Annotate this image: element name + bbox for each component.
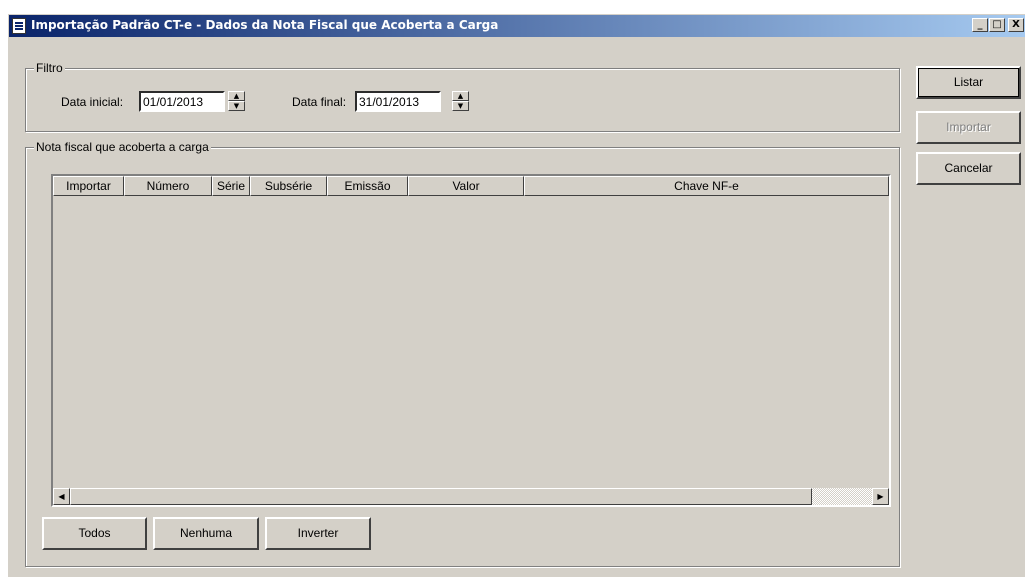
todos-button[interactable]: Todos bbox=[42, 517, 147, 550]
scroll-left-icon[interactable]: ◀ bbox=[53, 488, 70, 505]
col-importar[interactable]: Importar bbox=[53, 176, 124, 196]
close-button[interactable]: X bbox=[1008, 18, 1024, 32]
data-final-field[interactable]: 31/01/2013 bbox=[355, 91, 441, 112]
col-chave-nfe[interactable]: Chave NF-e bbox=[524, 176, 889, 196]
data-inicial-spinner[interactable]: ▲ ▼ bbox=[228, 91, 245, 112]
window-title: Importação Padrão CT-e - Dados da Nota F… bbox=[31, 18, 499, 32]
col-subserie[interactable]: Subsérie bbox=[250, 176, 327, 196]
listar-button[interactable]: Listar bbox=[916, 66, 1021, 99]
data-inicial-label: Data inicial: bbox=[61, 95, 124, 109]
col-serie[interactable]: Série bbox=[212, 176, 250, 196]
nenhuma-button[interactable]: Nenhuma bbox=[153, 517, 259, 550]
scroll-right-icon[interactable]: ▶ bbox=[872, 488, 889, 505]
spin-down-icon[interactable]: ▼ bbox=[228, 101, 245, 111]
nota-fiscal-grid[interactable]: Importar Número Série Subsérie Emissão V… bbox=[51, 174, 891, 507]
spin-down-icon[interactable]: ▼ bbox=[452, 101, 469, 111]
data-final-spinner[interactable]: ▲ ▼ bbox=[452, 91, 469, 112]
spin-up-icon[interactable]: ▲ bbox=[452, 91, 469, 101]
maximize-button[interactable]: □ bbox=[989, 18, 1005, 32]
col-emissao[interactable]: Emissão bbox=[327, 176, 408, 196]
horizontal-scrollbar[interactable]: ◀ ▶ bbox=[53, 488, 889, 505]
col-valor[interactable]: Valor bbox=[408, 176, 524, 196]
scroll-thumb[interactable] bbox=[70, 488, 812, 505]
col-numero[interactable]: Número bbox=[124, 176, 212, 196]
data-inicial-field[interactable]: 01/01/2013 bbox=[139, 91, 225, 112]
minimize-button[interactable]: _ bbox=[972, 18, 988, 32]
scroll-track[interactable] bbox=[812, 488, 872, 505]
title-bar[interactable]: Importação Padrão CT-e - Dados da Nota F… bbox=[9, 15, 1025, 37]
importar-button[interactable]: Importar bbox=[916, 111, 1021, 144]
cancelar-button[interactable]: Cancelar bbox=[916, 152, 1021, 185]
data-final-label: Data final: bbox=[292, 95, 347, 109]
inverter-button[interactable]: Inverter bbox=[265, 517, 371, 550]
document-icon bbox=[12, 18, 26, 34]
nota-fiscal-group-label: Nota fiscal que acoberta a carga bbox=[34, 140, 211, 154]
spin-up-icon[interactable]: ▲ bbox=[228, 91, 245, 101]
filtro-group-label: Filtro bbox=[34, 61, 65, 75]
grid-header: Importar Número Série Subsérie Emissão V… bbox=[53, 176, 889, 196]
import-dialog-window: Importação Padrão CT-e - Dados da Nota F… bbox=[8, 14, 1025, 577]
